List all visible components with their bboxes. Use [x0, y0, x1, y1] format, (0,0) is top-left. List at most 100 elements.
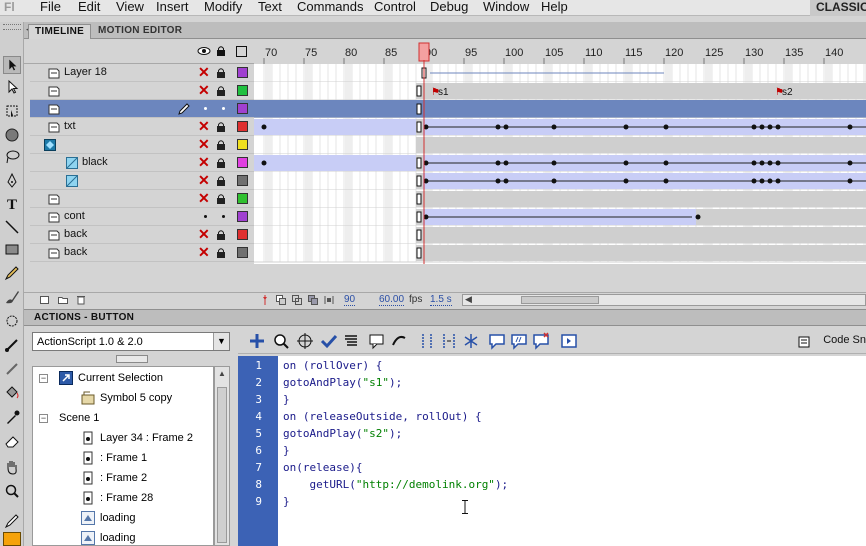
- collapse-between-braces-icon[interactable]: [418, 332, 436, 350]
- apply-block-comment-icon[interactable]: [488, 332, 506, 350]
- code-snippets-button[interactable]: Code Sn: [823, 334, 866, 346]
- visibility-dot[interactable]: [204, 215, 207, 218]
- frame-span[interactable]: [416, 227, 866, 243]
- keyframe-dot[interactable]: [495, 178, 501, 184]
- navigator-item[interactable]: loading: [33, 509, 213, 527]
- apply-line-comment-icon[interactable]: [510, 332, 528, 350]
- layer-name[interactable]: back: [64, 246, 87, 258]
- frame-span[interactable]: [416, 137, 866, 153]
- keyframe-dot[interactable]: [695, 214, 701, 220]
- keyframe-dot[interactable]: [663, 178, 669, 184]
- eraser-tool-icon[interactable]: [3, 432, 21, 450]
- layer-row[interactable]: cont: [30, 208, 254, 226]
- lock-dot[interactable]: [222, 107, 225, 110]
- bone-tool-icon[interactable]: [3, 336, 21, 354]
- layer-outline-color[interactable]: [237, 193, 248, 204]
- layer-outline-color[interactable]: [237, 157, 248, 168]
- code-line[interactable]: getURL("http://demolink.org");: [283, 478, 508, 491]
- hidden-x-icon[interactable]: ✕: [198, 227, 210, 241]
- layer-row[interactable]: ✕: [30, 136, 254, 154]
- layer-row[interactable]: black ✕: [30, 154, 254, 172]
- layer-outline-color[interactable]: [237, 85, 248, 96]
- script-editor[interactable]: 1 2 3 4 5 6 7 8 9 on (rollOver) {gotoAndPlay("s1…: [238, 356, 866, 546]
- frame-label[interactable]: s2: [782, 87, 793, 98]
- keyframe-dot[interactable]: [551, 160, 557, 166]
- selection-tool-icon[interactable]: [3, 56, 21, 74]
- code-line[interactable]: on(release){: [283, 461, 362, 474]
- toolbox-splitter[interactable]: [116, 355, 148, 363]
- layer-outline-color[interactable]: [237, 67, 248, 78]
- add-statement-icon[interactable]: [248, 332, 266, 350]
- panel-grip[interactable]: [3, 24, 21, 30]
- layer-row[interactable]: ✕: [30, 172, 254, 190]
- scroll-left-arrow-icon[interactable]: ◀: [465, 294, 472, 305]
- frame-row[interactable]: [254, 100, 866, 118]
- keyframe-dot[interactable]: [551, 124, 557, 130]
- timeline-frames[interactable]: 70 75 80 85 90 95 100 105 110 115 120 125 130 135 140 ⚑…: [254, 40, 866, 264]
- lock-all-icon[interactable]: [216, 45, 226, 57]
- text-tool-icon[interactable]: T: [3, 194, 21, 212]
- keyframe-dot[interactable]: [623, 178, 629, 184]
- keyframe-dot[interactable]: [847, 160, 853, 166]
- keyframe-marker[interactable]: [416, 193, 422, 205]
- collapse-selection-icon[interactable]: [440, 332, 458, 350]
- menu-help[interactable]: Help: [541, 0, 568, 14]
- scrollbar-thumb[interactable]: [521, 296, 599, 304]
- tree-collapse-icon[interactable]: −: [39, 374, 48, 383]
- keyframe-marker[interactable]: [416, 157, 422, 169]
- menu-commands[interactable]: Commands: [297, 0, 363, 14]
- pencil-tool-icon[interactable]: [3, 264, 21, 282]
- menu-window[interactable]: Window: [483, 0, 529, 14]
- remove-comment-icon[interactable]: [532, 332, 550, 350]
- navigator-item[interactable]: − Scene 1: [33, 409, 213, 427]
- keyframe-dot[interactable]: [663, 124, 669, 130]
- layer-outline-color[interactable]: [237, 229, 248, 240]
- lock-icon[interactable]: [216, 67, 226, 79]
- code-line[interactable]: on (releaseOutside, rollOut) {: [283, 410, 482, 423]
- keyframe-dot[interactable]: [767, 124, 773, 130]
- keyframe-dot[interactable]: [663, 160, 669, 166]
- modify-onion-markers-icon[interactable]: [324, 295, 334, 305]
- frame-span[interactable]: [416, 83, 866, 99]
- keyframe-marker[interactable]: [416, 211, 422, 223]
- layer-outline-color[interactable]: [237, 139, 248, 150]
- code-line[interactable]: }: [283, 495, 290, 508]
- outline-all-icon[interactable]: [236, 46, 247, 57]
- lock-icon[interactable]: [216, 85, 226, 97]
- navigator-item[interactable]: : Frame 1: [33, 449, 213, 467]
- hidden-x-icon[interactable]: ✕: [198, 245, 210, 259]
- show-hide-toolbox-icon[interactable]: [560, 332, 578, 350]
- rectangle-tool-icon[interactable]: [3, 240, 21, 258]
- eyedropper-tool-icon[interactable]: [3, 408, 21, 426]
- menu-edit[interactable]: Edit: [78, 0, 100, 14]
- bone-tool-icon-2[interactable]: [3, 360, 21, 378]
- layer-outline-color[interactable]: [237, 211, 248, 222]
- code-line[interactable]: on (rollOver) {: [283, 359, 382, 372]
- keyframe-dot[interactable]: [551, 178, 557, 184]
- 3d-rotation-tool-icon[interactable]: [3, 126, 21, 144]
- keyframe-dot[interactable]: [623, 124, 629, 130]
- code-snippets-icon[interactable]: [798, 336, 812, 348]
- lock-icon[interactable]: [216, 247, 226, 259]
- keyframe-dot[interactable]: [759, 178, 765, 184]
- layer-row[interactable]: ✕: [30, 190, 254, 208]
- hidden-x-icon[interactable]: ✕: [198, 191, 210, 205]
- keyframe-dot[interactable]: [847, 178, 853, 184]
- navigator-item[interactable]: loading: [33, 529, 213, 546]
- keyframe-marker[interactable]: [416, 85, 422, 97]
- pen-tool-icon[interactable]: [3, 172, 21, 190]
- keyframe-marker[interactable]: [416, 229, 422, 241]
- layer-name[interactable]: black: [82, 156, 108, 168]
- hidden-x-icon[interactable]: ✕: [198, 155, 210, 169]
- tween-span[interactable]: [254, 119, 416, 135]
- workspace-switcher[interactable]: CLASSIC: [810, 0, 866, 16]
- tween-span[interactable]: [254, 155, 416, 171]
- elapsed-time-value[interactable]: 1.5 s: [430, 294, 452, 306]
- keyframe-dot[interactable]: [767, 160, 773, 166]
- hidden-x-icon[interactable]: ✕: [198, 137, 210, 151]
- free-transform-tool-icon[interactable]: [3, 102, 21, 120]
- insert-target-path-icon[interactable]: [296, 332, 314, 350]
- keyframe-dot[interactable]: [503, 160, 509, 166]
- tab-timeline[interactable]: TIMELINE: [28, 24, 92, 39]
- tree-collapse-icon[interactable]: −: [39, 414, 48, 423]
